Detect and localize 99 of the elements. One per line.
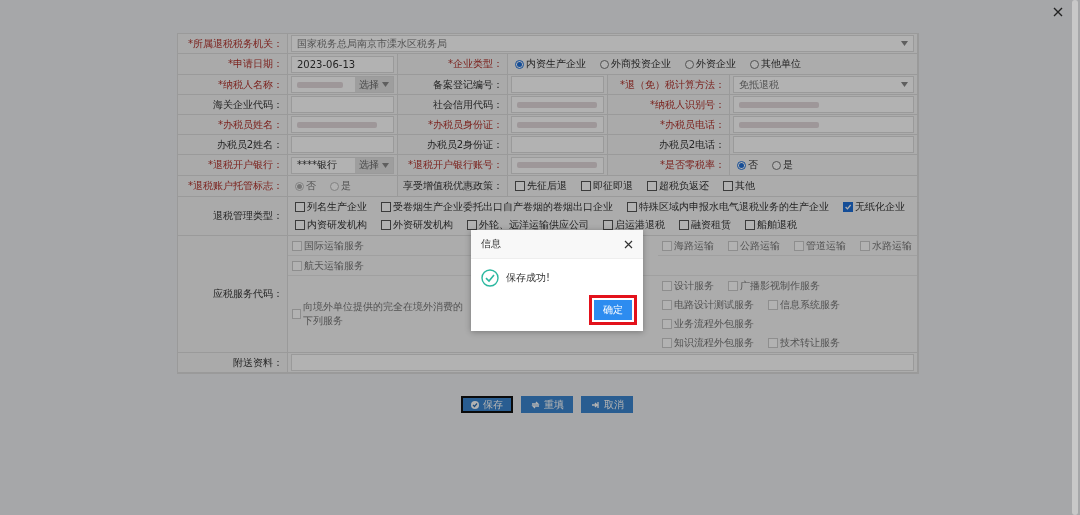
checkbox[interactable] [295, 202, 305, 212]
checkbox[interactable] [843, 202, 853, 212]
field-label: *退（免）税计算方法： [608, 75, 730, 95]
radio-button[interactable] [685, 59, 694, 69]
text-field[interactable] [291, 96, 394, 113]
radio-button[interactable] [772, 160, 781, 170]
picker-field[interactable]: ****银行 选择 [291, 156, 394, 174]
radio-button[interactable] [750, 59, 759, 69]
field-label: *纳税人识别号： [608, 95, 730, 115]
picker-field[interactable]: 选择 [291, 76, 394, 93]
select-button[interactable]: 选择 [355, 157, 393, 173]
checkbox-option[interactable]: 外轮、远洋运输供应公司 [467, 218, 589, 232]
checkbox-option[interactable]: 内资研发机构 [295, 218, 367, 232]
text-field[interactable]: 2023-06-13 [291, 55, 394, 73]
exit-icon [590, 400, 600, 409]
confirm-button[interactable]: 确定 [594, 300, 632, 320]
field-label: *企业类型： [398, 54, 508, 75]
save-button[interactable]: 保存 [461, 396, 513, 413]
radio-option[interactable]: 否 [737, 158, 758, 172]
select-button[interactable]: 选择 [355, 77, 393, 92]
text-field[interactable] [511, 156, 604, 174]
field-label: *退税账户托管标志： [178, 176, 288, 197]
text-field[interactable] [291, 354, 914, 371]
dialog-message: 保存成功! [506, 271, 550, 285]
field-label: 社会信用代码： [398, 95, 508, 115]
radio-button[interactable] [515, 59, 524, 69]
checkbox-option[interactable]: 无纸化企业 [843, 200, 905, 214]
select-field[interactable]: 免抵退税 [733, 76, 914, 93]
checkbox-option[interactable]: 启运港退税 [603, 218, 665, 232]
checkbox[interactable] [295, 220, 305, 230]
close-icon[interactable] [624, 239, 633, 249]
caret-icon [382, 82, 389, 87]
checkbox-option[interactable]: 船舶退税 [745, 218, 797, 232]
text-field[interactable] [511, 116, 604, 133]
checkbox-option[interactable]: 列名生产企业 [295, 200, 367, 214]
reset-button[interactable]: 重填 [521, 396, 573, 413]
field-label: 备案登记编号： [398, 75, 508, 95]
field-label: *纳税人名称： [178, 75, 288, 95]
checkbox[interactable] [581, 181, 591, 191]
radio-button[interactable] [737, 160, 746, 170]
field-label: 办税员2电话： [608, 135, 730, 155]
radio-option[interactable]: 是 [772, 158, 793, 172]
field-label: *办税员电话： [608, 115, 730, 135]
field-label: *申请日期： [178, 54, 288, 75]
checkbox[interactable] [603, 220, 613, 230]
caret-icon [901, 41, 908, 46]
text-field[interactable] [291, 116, 394, 133]
checkbox-option[interactable]: 其他 [723, 179, 755, 193]
field-label: 海关企业代码： [178, 95, 288, 115]
radio-option[interactable]: 内资生产企业 [515, 57, 586, 71]
text-field[interactable] [511, 96, 604, 113]
checkbox[interactable] [381, 202, 391, 212]
checkbox-option[interactable]: 即征即退 [581, 179, 633, 193]
checkbox-option[interactable]: 融资租赁 [679, 218, 731, 232]
checkbox-option[interactable]: 超税负返还 [647, 179, 709, 193]
scrollbar[interactable] [1072, 0, 1078, 515]
field-label: *办税员姓名： [178, 115, 288, 135]
field-label: *退税开户银行账号： [398, 155, 508, 176]
text-field[interactable] [733, 116, 914, 133]
checkbox[interactable] [647, 181, 657, 191]
checkbox[interactable] [745, 220, 755, 230]
check-circle-icon [471, 400, 479, 409]
caret-icon [901, 82, 908, 87]
radio-option[interactable]: 外资企业 [685, 57, 736, 71]
field-label: 办税员2姓名： [178, 135, 288, 155]
select-field[interactable]: 国家税务总局南京市溧水区税务局 [291, 35, 914, 52]
dialog-title: 信息 [481, 237, 501, 251]
checkbox[interactable] [515, 181, 525, 191]
field-label: 附送资料： [178, 353, 288, 373]
success-check-icon [481, 269, 499, 287]
close-icon[interactable] [1052, 6, 1064, 18]
refresh-icon [530, 400, 540, 409]
text-field[interactable] [733, 136, 914, 153]
radio-button[interactable] [600, 59, 609, 69]
radio-option[interactable]: 外商投资企业 [600, 57, 671, 71]
checkbox[interactable] [381, 220, 391, 230]
checkbox-option[interactable]: 特殊区域内申报水电气退税业务的生产企业 [627, 200, 829, 214]
field-label: 退税管理类型： [178, 197, 288, 236]
checkbox-option[interactable]: 受卷烟生产企业委托出口自产卷烟的卷烟出口企业 [381, 200, 613, 214]
checkbox[interactable] [723, 181, 733, 191]
checkbox-option[interactable]: 先征后退 [515, 179, 567, 193]
field-label: 应税服务代码： [178, 236, 288, 353]
text-field[interactable] [511, 136, 604, 153]
cancel-button[interactable]: 取消 [581, 396, 633, 413]
field-label: 享受增值税优惠政策： [398, 176, 508, 197]
radio-option[interactable]: 其他单位 [750, 57, 801, 71]
checkbox-option[interactable]: 外资研发机构 [381, 218, 453, 232]
field-label: 办税员2身份证： [398, 135, 508, 155]
field-label: *退税开户银行： [178, 155, 288, 176]
checkbox[interactable] [627, 202, 637, 212]
checkbox[interactable] [467, 220, 477, 230]
field-label: *办税员身份证： [398, 115, 508, 135]
text-field[interactable] [733, 96, 914, 113]
field-label: *是否零税率： [608, 155, 730, 176]
text-field[interactable] [291, 136, 394, 153]
text-field[interactable] [511, 76, 604, 93]
checkbox[interactable] [679, 220, 689, 230]
field-label: *所属退税税务机关： [178, 34, 288, 54]
caret-icon [382, 162, 389, 168]
